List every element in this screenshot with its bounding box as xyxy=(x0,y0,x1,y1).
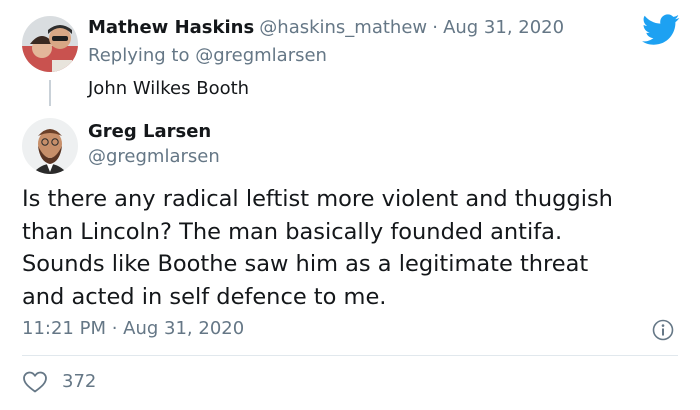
tweet-body-text: Is there any radical leftist more violen… xyxy=(22,186,613,310)
heart-icon[interactable] xyxy=(22,370,48,394)
header-separator: · xyxy=(432,17,438,38)
reply-display-name[interactable]: Greg Larsen xyxy=(88,121,211,142)
tweet-timestamp[interactable]: 11:21 PM · Aug 31, 2020 xyxy=(22,318,244,339)
parent-date[interactable]: Aug 31, 2020 xyxy=(443,17,564,38)
thread-connector xyxy=(49,80,51,106)
twitter-bird-icon xyxy=(642,14,680,45)
parent-tweet-text: John Wilkes Booth xyxy=(88,78,250,99)
avatar-mathew-haskins[interactable] xyxy=(22,16,78,72)
avatar-photo xyxy=(22,16,78,72)
divider xyxy=(22,355,678,356)
parent-tweet-header: Mathew Haskins @haskins_mathew · Aug 31,… xyxy=(88,17,564,38)
like-count: 372 xyxy=(62,371,97,392)
replying-to-label[interactable]: Replying to @gregmlarsen xyxy=(88,45,327,66)
avatar-photo xyxy=(22,118,78,174)
avatar-greg-larsen[interactable] xyxy=(22,118,78,174)
reply-handle[interactable]: @gregmlarsen xyxy=(88,146,220,167)
parent-handle[interactable]: @haskins_mathew xyxy=(259,17,427,38)
info-icon[interactable] xyxy=(652,319,674,341)
parent-display-name[interactable]: Mathew Haskins xyxy=(88,17,254,38)
